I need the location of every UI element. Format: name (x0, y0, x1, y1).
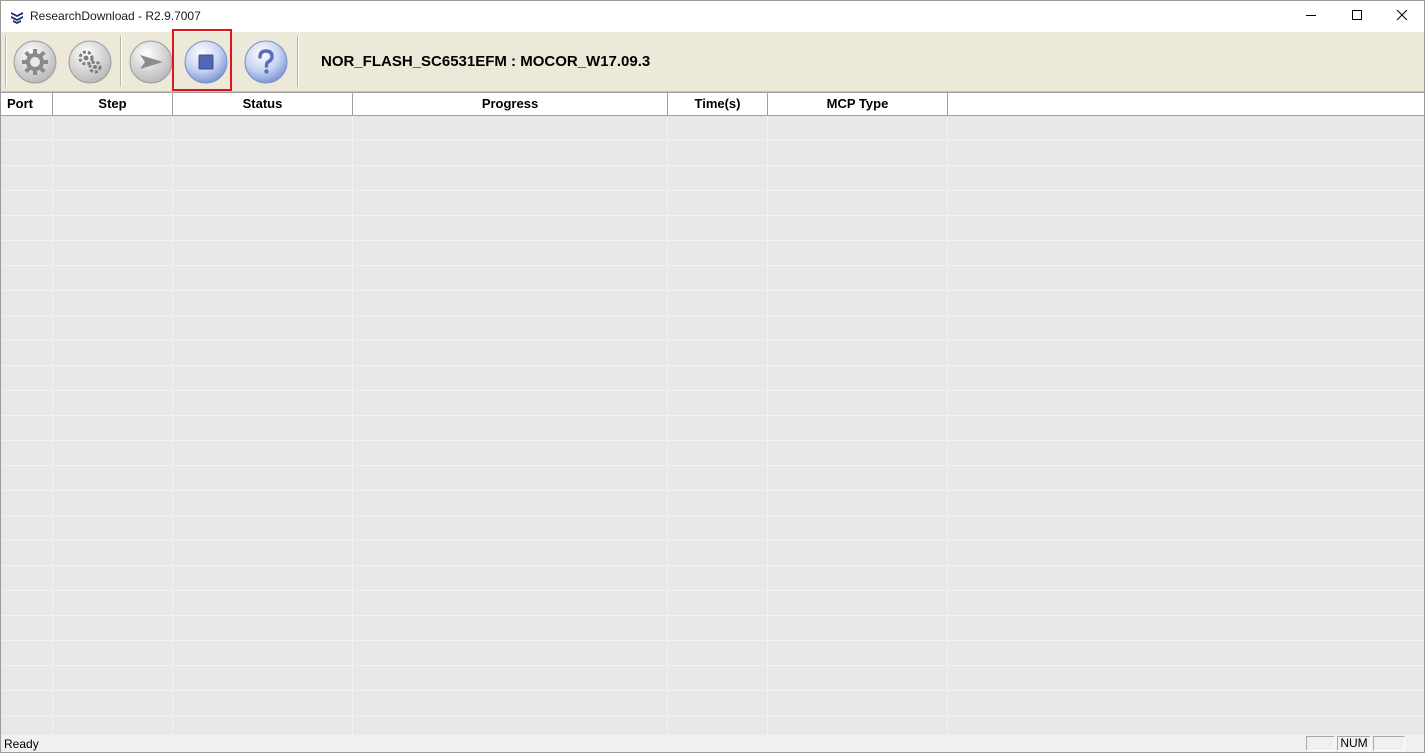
column-header-status[interactable]: Status (173, 93, 353, 115)
column-divider (947, 116, 948, 736)
column-divider (352, 116, 353, 736)
maximize-button[interactable] (1334, 1, 1380, 32)
load-packet-button[interactable] (13, 40, 57, 84)
minimize-button[interactable] (1288, 1, 1334, 32)
main-window: ResearchDownload - R2.9.7007 NOR_FLASH_S… (0, 0, 1425, 753)
status-text: Ready (4, 737, 39, 751)
column-divider (667, 116, 668, 736)
window-title: ResearchDownload - R2.9.7007 (30, 9, 201, 23)
help-button[interactable] (244, 40, 288, 84)
list-body[interactable] (1, 116, 1424, 736)
column-header-port[interactable]: Port (1, 93, 53, 115)
num-lock-indicator: NUM (1337, 736, 1371, 751)
column-header-row: Port Step Status Progress Time(s) MCP Ty… (1, 93, 1424, 116)
stop-download-button[interactable] (184, 40, 228, 84)
column-divider (52, 116, 53, 736)
start-download-button[interactable] (129, 40, 173, 84)
column-divider (767, 116, 768, 736)
column-header-progress[interactable]: Progress (353, 93, 668, 115)
column-header-filler (948, 93, 1424, 115)
maximize-icon (1351, 8, 1363, 26)
status-bar: Ready NUM (1, 735, 1424, 752)
close-button[interactable] (1379, 1, 1424, 32)
column-header-time[interactable]: Time(s) (668, 93, 768, 115)
toolbar: NOR_FLASH_SC6531EFM : MOCOR_W17.09.3 (1, 29, 1424, 92)
status-pane-empty (1373, 736, 1405, 751)
toolbar-separator (120, 36, 122, 87)
column-header-mcp-type[interactable]: MCP Type (768, 93, 948, 115)
column-divider (172, 116, 173, 736)
settings-button[interactable] (68, 40, 112, 84)
close-icon (1396, 8, 1408, 26)
toolbar-separator (297, 36, 299, 87)
minimize-icon (1305, 8, 1317, 26)
title-bar[interactable]: ResearchDownload - R2.9.7007 (1, 1, 1424, 32)
toolbar-separator (5, 36, 7, 87)
status-pane-empty (1306, 736, 1335, 751)
app-logo-icon (10, 10, 24, 24)
project-label: NOR_FLASH_SC6531EFM : MOCOR_W17.09.3 (321, 53, 651, 70)
port-list-view[interactable]: Port Step Status Progress Time(s) MCP Ty… (1, 92, 1424, 736)
column-header-step[interactable]: Step (53, 93, 173, 115)
